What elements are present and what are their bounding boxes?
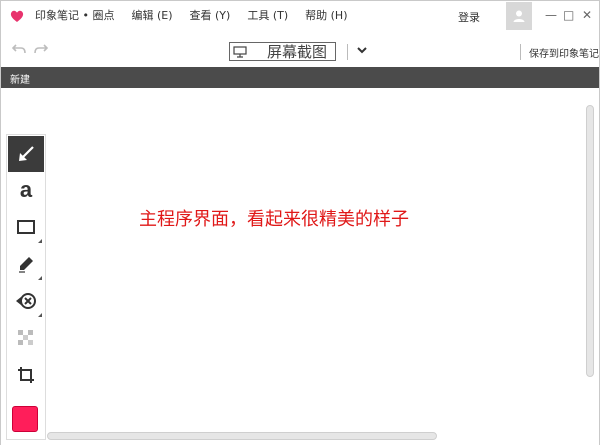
arrow-icon bbox=[19, 146, 34, 161]
monitor-icon bbox=[233, 45, 247, 58]
app-window: 印象笔记 • 圈点 编辑 (E) 查看 (Y) 工具 (T) 帮助 (H) 登录… bbox=[0, 0, 600, 445]
chevron-down-icon[interactable] bbox=[355, 43, 369, 57]
login-link[interactable]: 登录 bbox=[458, 9, 480, 25]
submenu-indicator bbox=[38, 239, 42, 243]
document-title-field[interactable]: 屏幕截图 bbox=[229, 42, 336, 61]
rectangle-icon bbox=[17, 220, 35, 234]
menu-edit[interactable]: 编辑 (E) bbox=[131, 7, 172, 23]
stamp-icon bbox=[16, 293, 36, 309]
tool-panel: a bbox=[6, 134, 46, 440]
rectangle-tool[interactable] bbox=[8, 209, 44, 245]
user-icon bbox=[513, 10, 525, 22]
marker-icon bbox=[19, 257, 33, 273]
undo-icon[interactable] bbox=[12, 43, 26, 55]
menu-view[interactable]: 查看 (Y) bbox=[190, 7, 231, 23]
marker-tool[interactable] bbox=[8, 246, 44, 282]
stamp-tool[interactable] bbox=[8, 283, 44, 319]
scrollbar-thumb[interactable] bbox=[586, 105, 594, 377]
close-button[interactable]: ✕ bbox=[582, 8, 592, 22]
pixelate-tool[interactable] bbox=[8, 320, 44, 356]
save-to-evernote-button[interactable]: 保存到印象笔记 bbox=[529, 45, 599, 60]
submenu-indicator bbox=[38, 313, 42, 317]
menu-help[interactable]: 帮助 (H) bbox=[305, 7, 347, 23]
maximize-button[interactable]: □ bbox=[563, 8, 574, 22]
arrow-tool[interactable] bbox=[8, 136, 44, 172]
vertical-scrollbar[interactable] bbox=[584, 100, 596, 436]
crop-tool[interactable] bbox=[8, 357, 44, 393]
minimize-button[interactable]: — bbox=[545, 8, 557, 22]
title-bar: 印象笔记 • 圈点 编辑 (E) 查看 (Y) 工具 (T) 帮助 (H) 登录… bbox=[1, 1, 599, 31]
current-color-swatch[interactable] bbox=[12, 406, 38, 432]
action-bar: 新建 bbox=[1, 67, 599, 88]
text-tool[interactable]: a bbox=[8, 172, 44, 208]
new-button[interactable]: 新建 bbox=[10, 71, 30, 86]
avatar[interactable] bbox=[506, 2, 532, 30]
canvas-text-annotation[interactable]: 主程序界面，看起来很精美的样子 bbox=[139, 207, 489, 233]
redo-icon[interactable] bbox=[34, 43, 48, 55]
menu-tools[interactable]: 工具 (T) bbox=[247, 7, 288, 23]
text-a-icon: a bbox=[19, 177, 33, 202]
pixelate-icon bbox=[18, 330, 33, 345]
menu-bar: 印象笔记 • 圈点 编辑 (E) 查看 (Y) 工具 (T) 帮助 (H) bbox=[35, 7, 365, 23]
color-picker[interactable] bbox=[8, 401, 44, 437]
crop-icon bbox=[18, 367, 34, 383]
divider bbox=[347, 44, 348, 60]
screenshot-canvas[interactable] bbox=[1, 88, 599, 445]
submenu-indicator bbox=[38, 276, 42, 280]
evernote-heart-logo-icon bbox=[10, 10, 24, 22]
menu-app[interactable]: 印象笔记 • 圈点 bbox=[35, 7, 114, 23]
divider bbox=[520, 44, 521, 60]
toolbar: 屏幕截图 保存到印象笔记 bbox=[1, 33, 599, 67]
document-title: 屏幕截图 bbox=[267, 43, 328, 61]
horizontal-scrollbar[interactable] bbox=[47, 432, 437, 440]
